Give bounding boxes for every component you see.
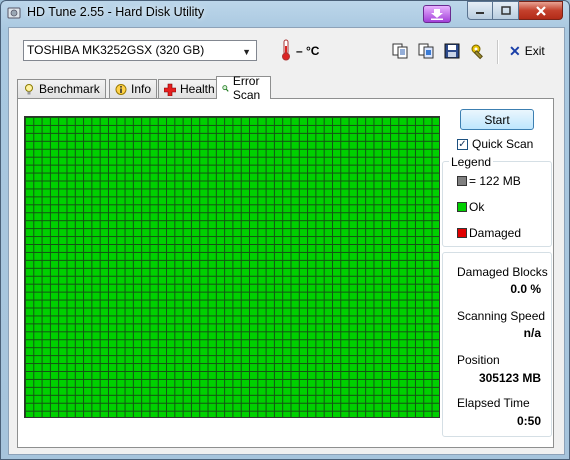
tab-error-scan[interactable]: Error Scan: [216, 74, 272, 102]
tab-label: Health: [180, 82, 215, 96]
close-button[interactable]: [519, 1, 563, 20]
close-icon: [535, 5, 546, 16]
minimize-icon: [476, 11, 484, 14]
damaged-blocks-label: Damaged Blocks: [457, 265, 548, 279]
window-title: HD Tune 2.55 - Hard Disk Utility: [27, 5, 205, 19]
tab-benchmark[interactable]: Benchmark: [17, 79, 106, 98]
app-disk-icon: [7, 7, 21, 19]
tab-info[interactable]: Info: [109, 79, 158, 98]
legend-swatch-gray: [457, 176, 467, 186]
scan-block-grid: [24, 116, 440, 418]
copy-text-icon[interactable]: [391, 42, 409, 60]
exit-x-icon: ✕: [509, 43, 521, 59]
damaged-blocks-value: 0.0 %: [510, 282, 541, 296]
legend-item-size: = 122 MB: [457, 174, 521, 188]
maximize-button[interactable]: [493, 1, 519, 20]
position-value: 305123 MB: [478, 371, 541, 385]
options-wrench-icon[interactable]: [469, 42, 487, 60]
position-label: Position: [457, 353, 500, 367]
temperature-readout: – °C: [296, 44, 320, 58]
benchmark-icon: [25, 83, 33, 94]
legend-label: = 122 MB: [469, 174, 521, 188]
client-area: TOSHIBA MK3252GSX (320 GB) ▼ – °C ✕ Exit…: [8, 27, 565, 455]
toolbar-separator: [497, 40, 499, 64]
save-icon[interactable]: [443, 42, 461, 60]
legend-item-ok: Ok: [457, 200, 484, 214]
tab-label: Benchmark: [39, 82, 100, 96]
exit-button[interactable]: ✕ Exit: [509, 44, 545, 58]
maximize-icon: [500, 6, 511, 15]
title-bar[interactable]: HD Tune 2.55 - Hard Disk Utility: [1, 1, 569, 27]
scanning-speed-label: Scanning Speed: [457, 309, 546, 323]
legend-item-damaged: Damaged: [457, 226, 521, 240]
legend-swatch-green: [457, 202, 467, 212]
start-button[interactable]: Start: [460, 109, 534, 130]
tray-arrow-icon: [431, 9, 443, 20]
dropdown-arrow-icon: ▼: [242, 47, 251, 57]
tab-health[interactable]: Health: [158, 79, 221, 98]
thermometer-icon: [282, 39, 290, 61]
elapsed-time-label: Elapsed Time: [457, 396, 530, 410]
toolbar: TOSHIBA MK3252GSX (320 GB) ▼ – °C ✕ Exit: [9, 28, 564, 76]
start-label: Start: [484, 112, 510, 127]
scanning-speed-value: n/a: [523, 326, 541, 340]
copy-screenshot-icon[interactable]: [417, 42, 435, 60]
magnifier-icon: [222, 84, 229, 92]
drive-select-value: TOSHIBA MK3252GSX (320 GB): [27, 43, 205, 57]
tab-label: Error Scan: [232, 74, 261, 102]
minimize-button[interactable]: [467, 1, 493, 20]
quick-scan-label: Quick Scan: [472, 137, 534, 151]
drive-select[interactable]: TOSHIBA MK3252GSX (320 GB) ▼: [23, 40, 257, 61]
elapsed-time-value: 0:50: [516, 414, 541, 428]
quick-scan-checkbox[interactable]: ✓ Quick Scan: [457, 137, 533, 151]
legend-label: Ok: [469, 200, 485, 214]
minimize-to-tray-button[interactable]: [423, 5, 451, 23]
app-window: HD Tune 2.55 - Hard Disk Utility TOSHIBA…: [0, 0, 570, 460]
legend-swatch-red: [457, 228, 467, 238]
legend-title: Legend: [449, 155, 494, 169]
checkbox-checked-icon[interactable]: ✓: [457, 138, 468, 150]
health-cross-icon: [164, 83, 176, 96]
exit-label: Exit: [524, 44, 545, 58]
tab-label: Info: [131, 82, 152, 96]
legend-label: Damaged: [469, 226, 522, 240]
info-icon: [115, 83, 127, 95]
